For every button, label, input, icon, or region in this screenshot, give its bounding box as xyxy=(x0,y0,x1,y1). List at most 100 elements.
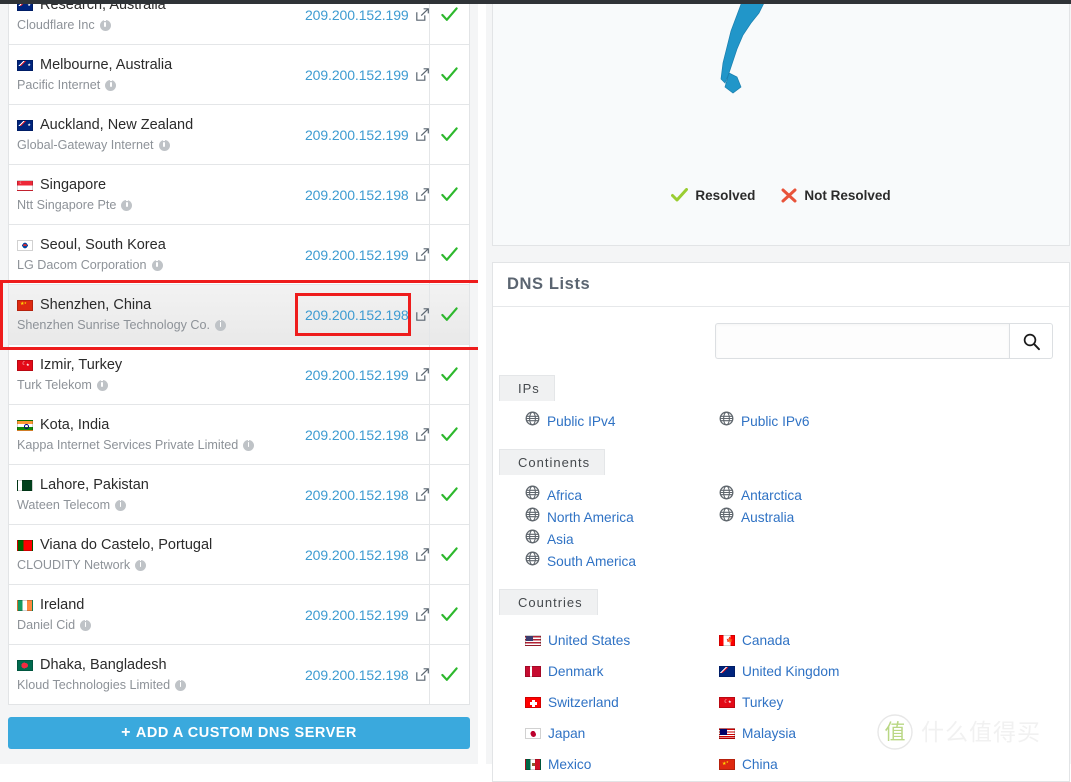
info-icon[interactable] xyxy=(96,379,108,391)
dns-server-row[interactable]: ★ Melbourne, Australia Pacific Internet 209… xyxy=(9,45,469,105)
list-item-antarctica[interactable]: Antarctica xyxy=(719,485,881,507)
external-link-button[interactable] xyxy=(415,548,429,561)
search-icon xyxy=(1023,333,1040,350)
info-icon[interactable] xyxy=(115,499,127,511)
list-item-canada[interactable]: 🍁 Canada xyxy=(719,625,881,656)
info-icon[interactable] xyxy=(80,619,92,631)
list-item-united-kingdom[interactable]: United Kingdom xyxy=(719,656,881,687)
external-link-button[interactable] xyxy=(415,488,429,501)
search-button[interactable] xyxy=(1009,323,1053,359)
dns-server-row[interactable]: ★ Research, Australia Cloudflare Inc 209.20… xyxy=(9,0,469,45)
external-link-button[interactable] xyxy=(415,8,429,21)
dns-server-row[interactable]: Seoul, South Korea LG Dacom Corporation 20… xyxy=(9,225,469,285)
list-section: Countries United States Denmark Switzerland… xyxy=(493,589,1069,781)
external-link-icon xyxy=(415,128,429,141)
external-link-button[interactable] xyxy=(415,428,429,441)
list-item-label: China xyxy=(742,756,778,772)
add-custom-dns-server-button[interactable]: + ADD A CUSTOM DNS SERVER xyxy=(8,717,470,749)
list-item-asia[interactable]: Asia xyxy=(525,529,687,551)
info-icon[interactable] xyxy=(215,319,227,331)
list-item-australia[interactable]: Australia xyxy=(719,507,881,529)
list-section: IPs Public IPv4 Public IPv6 xyxy=(493,375,1069,433)
list-item-public-ipv6[interactable]: Public IPv6 xyxy=(719,411,881,433)
info-icon[interactable] xyxy=(158,139,170,151)
list-item-denmark[interactable]: Denmark xyxy=(525,656,687,687)
list-item-switzerland[interactable]: Switzerland xyxy=(525,687,687,718)
external-link-button[interactable] xyxy=(415,668,429,681)
legend-resolved: Resolved xyxy=(671,188,755,203)
dns-server-row[interactable]: ☾ Singapore Ntt Singapore Pte 209.200.152.1… xyxy=(9,165,469,225)
grid-column: 🍁 Canada United Kingdom ☾ ★ Turkey Malaysia ★ ★ C… xyxy=(687,625,881,781)
search-input[interactable] xyxy=(715,323,1009,359)
server-ip-link[interactable]: 209.200.152.199 xyxy=(305,607,409,623)
server-location: ☾ Singapore Ntt Singapore Pte xyxy=(9,165,291,224)
server-ip-link[interactable]: 209.200.152.199 xyxy=(305,127,409,143)
server-ip-link[interactable]: 209.200.152.199 xyxy=(305,247,409,263)
external-link-button[interactable] xyxy=(415,368,429,381)
server-ip-link[interactable]: 209.200.152.199 xyxy=(305,67,409,83)
info-icon[interactable] xyxy=(99,19,111,31)
server-ip-link[interactable]: 209.200.152.198 xyxy=(305,187,409,203)
dns-server-row[interactable]: ★ ★ Shenzhen, China Shenzhen Sunrise Techno… xyxy=(9,285,469,345)
dns-server-row[interactable]: Viana do Castelo, Portugal CLOUDITY Netwo… xyxy=(9,525,469,585)
info-icon[interactable] xyxy=(175,679,187,691)
external-link-icon xyxy=(415,248,429,261)
server-city: ★ ★ Shenzhen, China xyxy=(17,296,285,315)
list-item-public-ipv4[interactable]: Public IPv4 xyxy=(525,411,687,433)
server-status-cell xyxy=(428,345,469,404)
server-status-cell xyxy=(428,225,469,284)
info-icon[interactable] xyxy=(151,259,163,271)
server-location: ★ Melbourne, Australia Pacific Internet xyxy=(9,45,291,104)
section-tab-ips: IPs xyxy=(499,375,555,401)
server-ip-cell: 209.200.152.199 xyxy=(291,105,429,164)
info-icon[interactable] xyxy=(105,79,117,91)
dns-server-row[interactable]: Ireland Daniel Cid 209.200.152.199 xyxy=(9,585,469,645)
server-city-label: Kota, India xyxy=(40,416,110,433)
server-ip-link[interactable]: 209.200.152.198 xyxy=(305,547,409,563)
external-link-icon xyxy=(415,68,429,81)
flag-in-icon xyxy=(17,419,33,431)
list-item-united-states[interactable]: United States xyxy=(525,625,687,656)
list-item-label: Denmark xyxy=(548,663,604,679)
external-link-button[interactable] xyxy=(415,128,429,141)
server-city-label: Seoul, South Korea xyxy=(40,236,166,253)
server-isp: Cloudflare Inc xyxy=(17,17,285,34)
list-item-japan[interactable]: Japan xyxy=(525,718,687,749)
dns-server-row[interactable]: Dhaka, Bangladesh Kloud Technologies Limi… xyxy=(9,645,469,704)
external-link-button[interactable] xyxy=(415,608,429,621)
world-map-graphic[interactable] xyxy=(493,0,1070,246)
server-isp-label: Turk Telekom xyxy=(17,377,92,392)
external-link-button[interactable] xyxy=(415,68,429,81)
list-item-turkey[interactable]: ☾ ★ Turkey xyxy=(719,687,881,718)
info-icon[interactable] xyxy=(135,559,147,571)
dns-server-row[interactable]: Lahore, Pakistan Wateen Telecom 209.200.15… xyxy=(9,465,469,525)
list-item-africa[interactable]: Africa xyxy=(525,485,687,507)
info-icon[interactable] xyxy=(243,439,255,451)
info-icon[interactable] xyxy=(121,199,133,211)
list-item-malaysia[interactable]: Malaysia xyxy=(719,718,881,749)
server-ip-link[interactable]: 209.200.152.198 xyxy=(305,487,409,503)
server-ip-link[interactable]: 209.200.152.199 xyxy=(305,7,409,23)
dns-lists-card: DNS Lists IPs Public IPv4 Public IPv6 Conti… xyxy=(492,262,1070,782)
server-ip-link[interactable]: 209.200.152.198 xyxy=(305,667,409,683)
server-isp-label: Ntt Singapore Pte xyxy=(17,197,117,212)
list-item-mexico[interactable]: Mexico xyxy=(525,749,687,780)
external-link-button[interactable] xyxy=(415,188,429,201)
server-ip-link[interactable]: 209.200.152.199 xyxy=(305,367,409,383)
list-item-north-america[interactable]: North America xyxy=(525,507,687,529)
server-isp-label: LG Dacom Corporation xyxy=(17,257,147,272)
list-item-south-america[interactable]: South America xyxy=(525,551,687,573)
section-tab-countries: Countries xyxy=(499,589,598,615)
server-location: Dhaka, Bangladesh Kloud Technologies Limi… xyxy=(9,645,291,704)
server-city: Kota, India xyxy=(17,416,285,435)
list-item-china[interactable]: ★ ★ China xyxy=(719,749,881,780)
external-link-button[interactable] xyxy=(415,248,429,261)
external-link-button[interactable] xyxy=(415,308,429,321)
grid-column: Africa North America xyxy=(493,485,687,529)
dns-server-row[interactable]: ☾ ★ Izmir, Turkey Turk Telekom 209.200.152.1… xyxy=(9,345,469,405)
server-ip-link[interactable]: 209.200.152.198 xyxy=(305,307,409,323)
list-item-label: Public IPv4 xyxy=(547,414,616,429)
dns-server-row[interactable]: Kota, India Kappa Internet Services Priva… xyxy=(9,405,469,465)
server-ip-link[interactable]: 209.200.152.198 xyxy=(305,427,409,443)
dns-server-row[interactable]: ★ Auckland, New Zealand Global-Gateway Int… xyxy=(9,105,469,165)
